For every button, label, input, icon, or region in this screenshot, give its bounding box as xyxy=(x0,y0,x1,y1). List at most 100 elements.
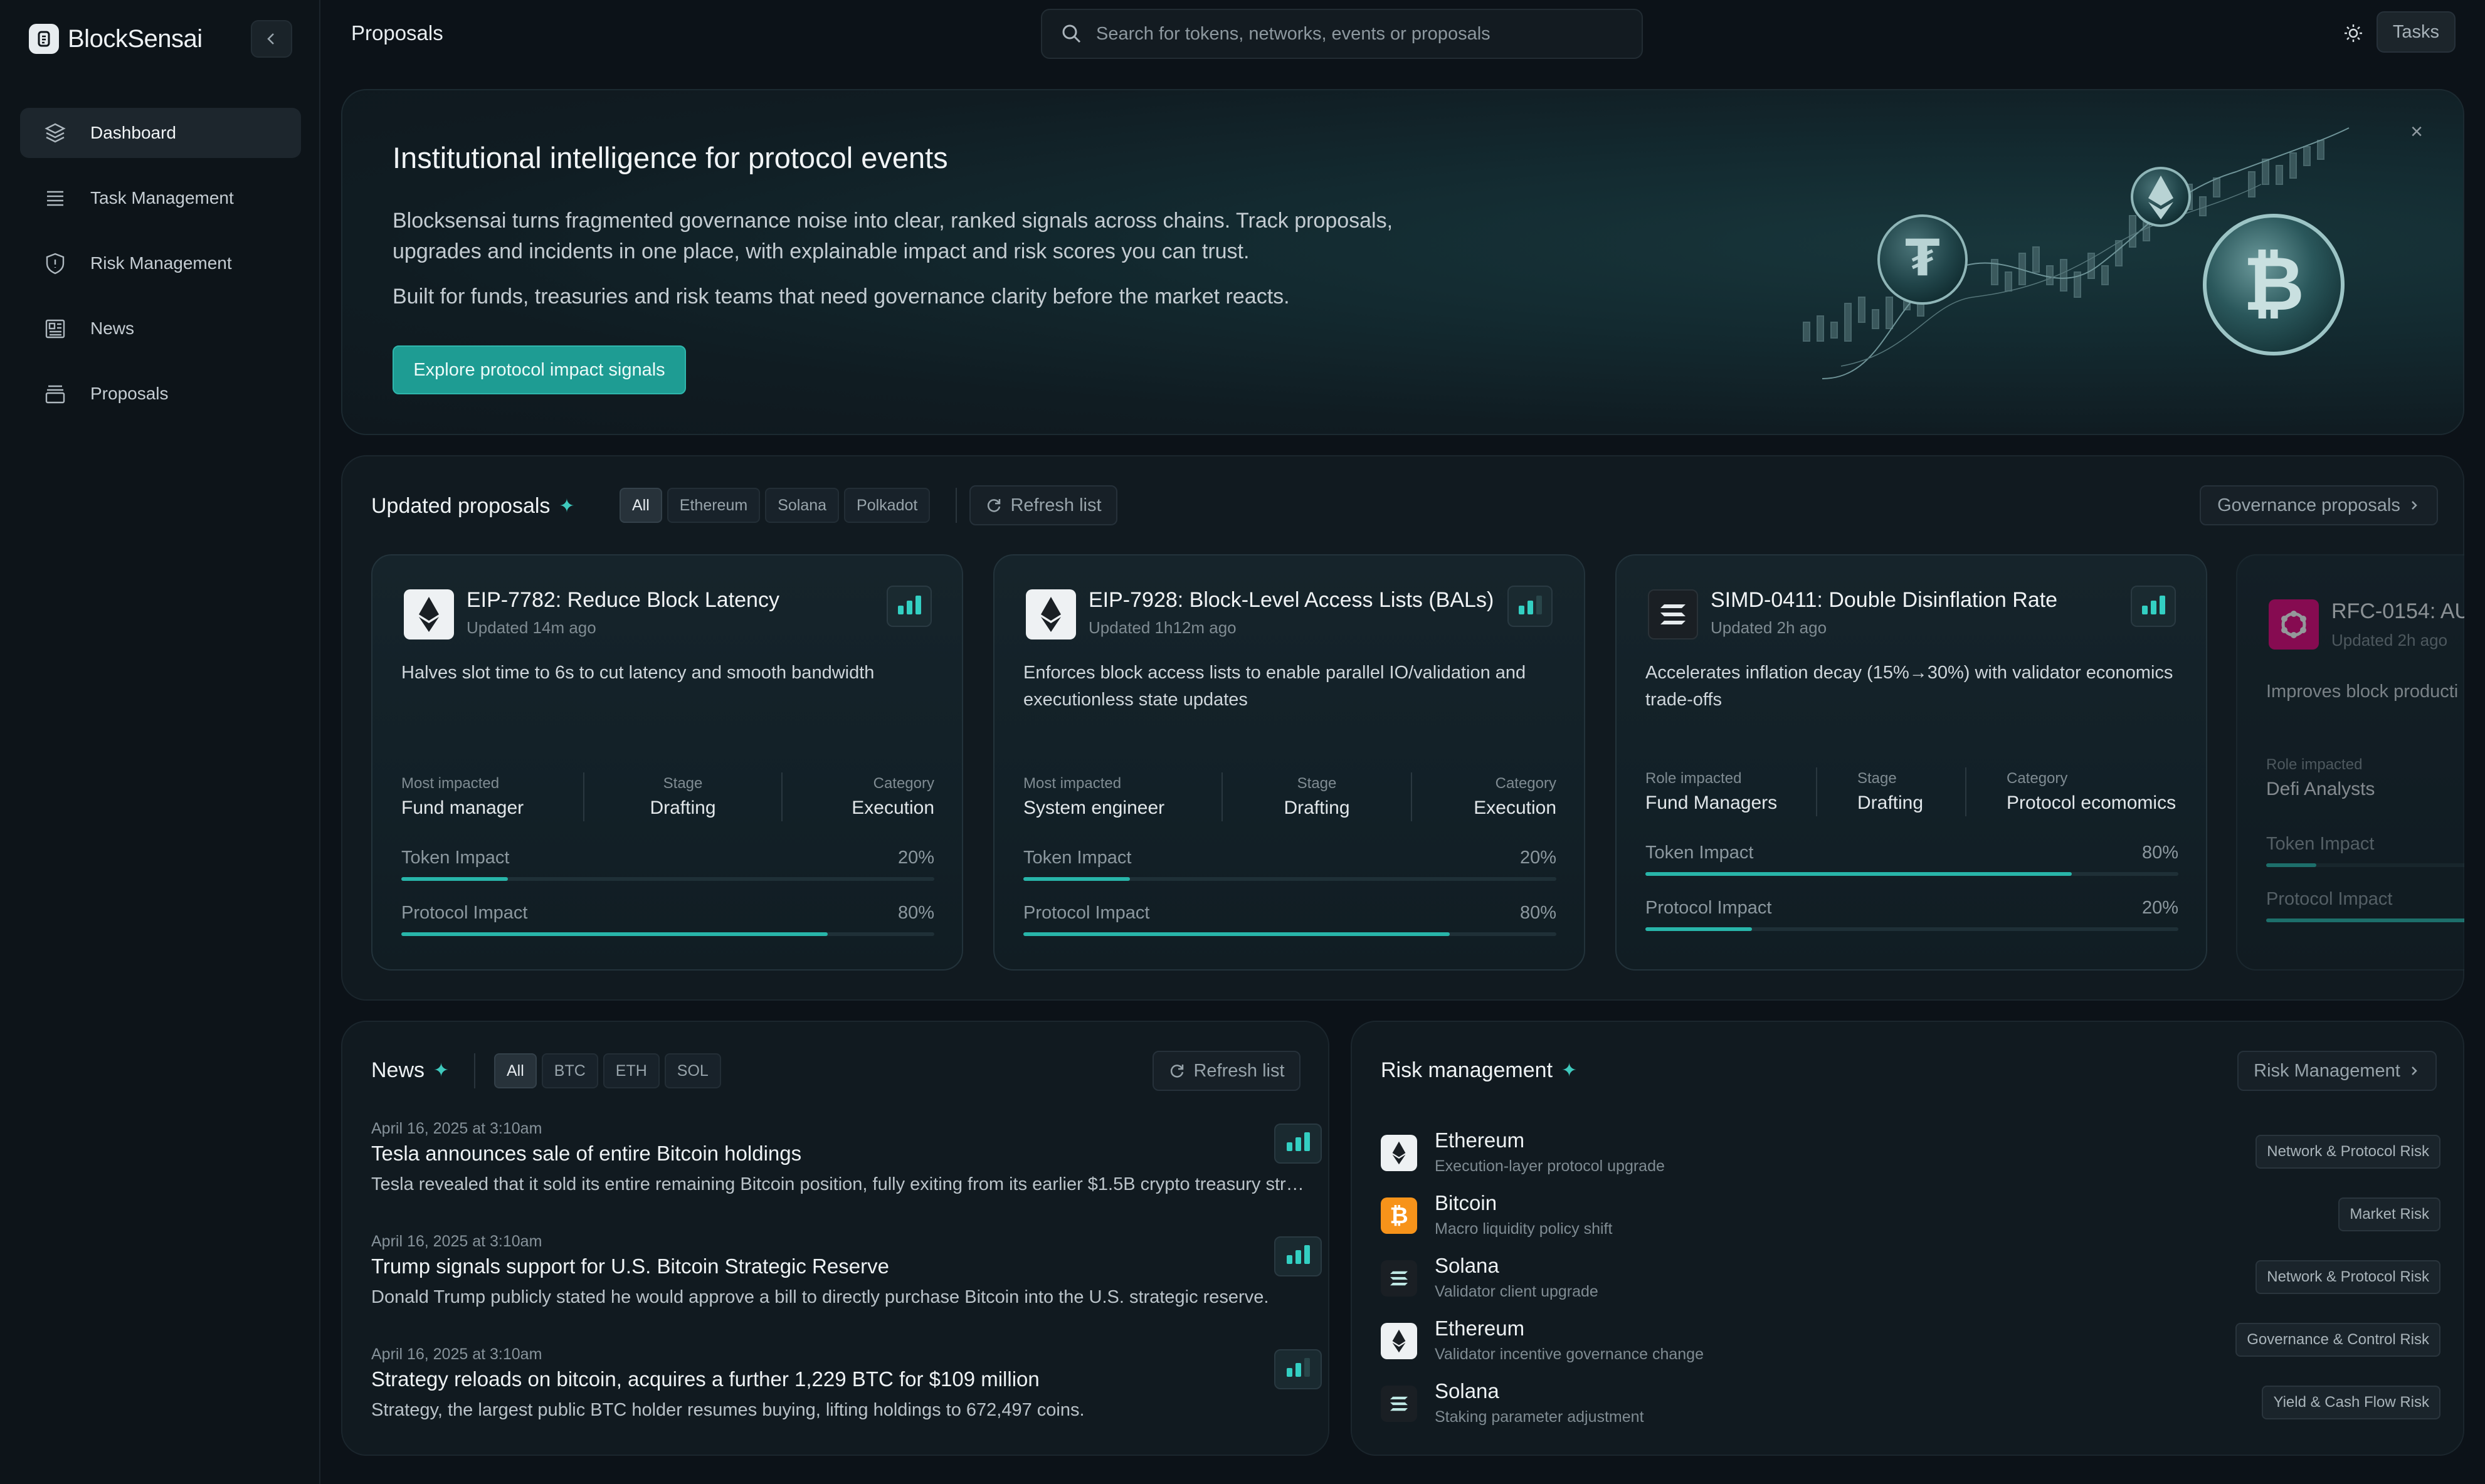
impact-bar xyxy=(1645,872,2178,876)
refresh-proposals-button[interactable]: Refresh list xyxy=(969,485,1117,525)
collapse-sidebar-button[interactable] xyxy=(251,20,292,58)
proposal-card[interactable]: EIP-7782: Reduce Block Latency Updated 1… xyxy=(371,554,963,971)
news-date: April 16, 2025 at 3:10am xyxy=(371,1120,542,1137)
meta-value: Execution xyxy=(852,797,934,818)
meta-label: Stage xyxy=(663,775,703,792)
proposal-meta: Most impacted Fund manager Stage Draftin… xyxy=(401,769,934,825)
proposal-title: EIP-7782: Reduce Block Latency xyxy=(467,588,779,612)
impact-bar-fill xyxy=(2266,918,2464,922)
proposal-card[interactable]: EIP-7928: Block-Level Access Lists (BALs… xyxy=(993,554,1585,971)
risk-item[interactable]: ₿ Bitcoin Macro liquidity policy shift M… xyxy=(1381,1189,2440,1245)
sidebar-item-risk-management[interactable]: Risk Management xyxy=(20,238,301,288)
news-headline: Tesla announces sale of entire Bitcoin h… xyxy=(371,1142,802,1165)
bitcoin-icon: ₿ xyxy=(1381,1197,1417,1234)
impact-bar-fill xyxy=(2266,863,2316,867)
filter-ethereum[interactable]: Ethereum xyxy=(667,488,761,523)
filter-solana[interactable]: Solana xyxy=(765,488,840,523)
risk-item[interactable]: Solana Validator client upgrade Network … xyxy=(1381,1251,2440,1308)
risk-event: Staking parameter adjustment xyxy=(1435,1408,1644,1426)
filter-all[interactable]: All xyxy=(620,488,662,523)
impact-bar-fill xyxy=(1645,927,1752,931)
proposal-description: Enforces block access lists to enable pa… xyxy=(1023,663,1526,710)
news-date: April 16, 2025 at 3:10am xyxy=(371,1345,542,1363)
news-summary: Donald Trump publicly stated he would ap… xyxy=(371,1287,1269,1307)
signal-strength-button[interactable] xyxy=(1274,1124,1322,1164)
sidebar-item-task-management[interactable]: Task Management xyxy=(20,173,301,223)
tasks-button[interactable]: Tasks xyxy=(2377,11,2456,53)
close-icon[interactable]: × xyxy=(2403,118,2430,145)
risk-event: Validator incentive governance change xyxy=(1435,1345,1704,1363)
refresh-news-button[interactable]: Refresh list xyxy=(1153,1051,1301,1091)
risk-title-text: Risk management xyxy=(1381,1058,1553,1082)
proposal-card[interactable]: SIMD-0411: Double Disinflation Rate Upda… xyxy=(1615,554,2207,971)
risk-item[interactable]: Solana Staking parameter adjustment Yiel… xyxy=(1381,1377,2440,1433)
impact-value: 20% xyxy=(2141,898,2178,918)
crypto-coins-illustration: ₮ ₿ xyxy=(1803,127,2350,379)
signal-strength-button[interactable] xyxy=(2131,586,2176,627)
proposal-card[interactable]: RFC-0154: AU Updated 2h ago Improves blo… xyxy=(2236,554,2464,971)
sidebar-item-proposals[interactable]: Proposals xyxy=(20,369,301,419)
search-bar[interactable] xyxy=(1041,9,1643,59)
logo-icon xyxy=(29,24,59,54)
chevron-right-icon xyxy=(2411,1066,2417,1075)
filter-all[interactable]: All xyxy=(494,1053,537,1088)
risk-category-tag: Governance & Control Risk xyxy=(2235,1323,2440,1357)
news-item[interactable]: April 16, 2025 at 3:10am Strategy reload… xyxy=(371,1345,1322,1421)
meta-label: Role impacted xyxy=(2266,756,2363,773)
sidebar-item-dashboard[interactable]: Dashboard xyxy=(20,108,301,158)
explore-signals-button[interactable]: Explore protocol impact signals xyxy=(393,345,686,394)
impact-label: Token Impact xyxy=(1645,843,1754,863)
meta-role-impacted: Role impacted Fund Managers xyxy=(1645,764,1816,820)
search-icon xyxy=(1062,24,1081,43)
filter-sol[interactable]: SOL xyxy=(664,1053,721,1088)
meta-role-impacted: Role impacted Defi Analysts xyxy=(2266,756,2375,800)
news-headline: Strategy reloads on bitcoin, acquires a … xyxy=(371,1367,1040,1391)
theme-toggle-button[interactable] xyxy=(2339,19,2368,48)
impact-label: Token Impact xyxy=(401,848,510,868)
impact-value: 80% xyxy=(1519,903,1556,923)
layers-icon xyxy=(41,119,69,147)
risk-category-tag: Market Risk xyxy=(2338,1197,2440,1231)
meta-value: Fund manager xyxy=(401,797,524,818)
meta-stage: Stage Drafting xyxy=(584,769,781,825)
news-item[interactable]: April 16, 2025 at 3:10am Trump signals s… xyxy=(371,1233,1322,1308)
news-summary: Strategy, the largest public BTC holder … xyxy=(371,1400,1085,1420)
impact-label: Protocol Impact xyxy=(401,903,528,923)
shield-icon xyxy=(41,250,69,277)
newspaper-icon xyxy=(41,315,69,342)
meta-label: Category xyxy=(1495,775,1556,792)
impact-value: 80% xyxy=(2141,843,2178,863)
proposal-title: EIP-7928: Block-Level Access Lists (BALs… xyxy=(1089,588,1494,612)
signal-strength-button[interactable] xyxy=(887,586,932,627)
meta-stage: Stage Drafting xyxy=(1223,769,1411,825)
news-item[interactable]: April 16, 2025 at 3:10am Tesla announces… xyxy=(371,1120,1322,1195)
risk-asset-name: Ethereum xyxy=(1435,1317,1525,1340)
signal-strength-button[interactable] xyxy=(1274,1349,1322,1389)
protocol-impact: Protocol Impact xyxy=(2266,889,2464,922)
governance-proposals-link[interactable]: Governance proposals xyxy=(2200,485,2438,525)
sparkle-icon: ✦ xyxy=(433,1060,450,1081)
search-input[interactable] xyxy=(1095,23,1609,45)
risk-asset-name: Bitcoin xyxy=(1435,1191,1497,1214)
filter-eth[interactable]: ETH xyxy=(603,1053,660,1088)
sidebar-item-news[interactable]: News xyxy=(20,303,301,354)
proposal-title: SIMD-0411: Double Disinflation Rate xyxy=(1711,588,2058,612)
risk-item[interactable]: Ethereum Validator incentive governance … xyxy=(1381,1314,2440,1371)
meta-most-impacted: Most impacted System engineer xyxy=(1023,769,1221,825)
signal-strength-button[interactable] xyxy=(1274,1236,1322,1276)
meta-label: Most impacted xyxy=(1023,775,1122,792)
solana-icon xyxy=(1381,1260,1417,1297)
impact-bar-fill xyxy=(401,877,508,881)
meta-value: Fund Managers xyxy=(1645,792,1778,813)
risk-category-tag: Network & Protocol Risk xyxy=(2255,1260,2440,1294)
filter-btc[interactable]: BTC xyxy=(541,1053,598,1088)
risk-management-link[interactable]: Risk Management xyxy=(2237,1051,2437,1091)
refresh-label: Refresh list xyxy=(1193,1060,1285,1081)
sparkle-icon: ✦ xyxy=(559,496,575,517)
sidebar-item-label: Proposals xyxy=(90,384,169,403)
signal-strength-button[interactable] xyxy=(1507,586,1553,627)
filter-polkadot[interactable]: Polkadot xyxy=(844,488,931,523)
risk-item[interactable]: Ethereum Execution-layer protocol upgrad… xyxy=(1381,1126,2440,1182)
impact-label: Protocol Impact xyxy=(1645,898,1772,918)
brand-logo[interactable]: BlockSensai xyxy=(29,23,203,55)
